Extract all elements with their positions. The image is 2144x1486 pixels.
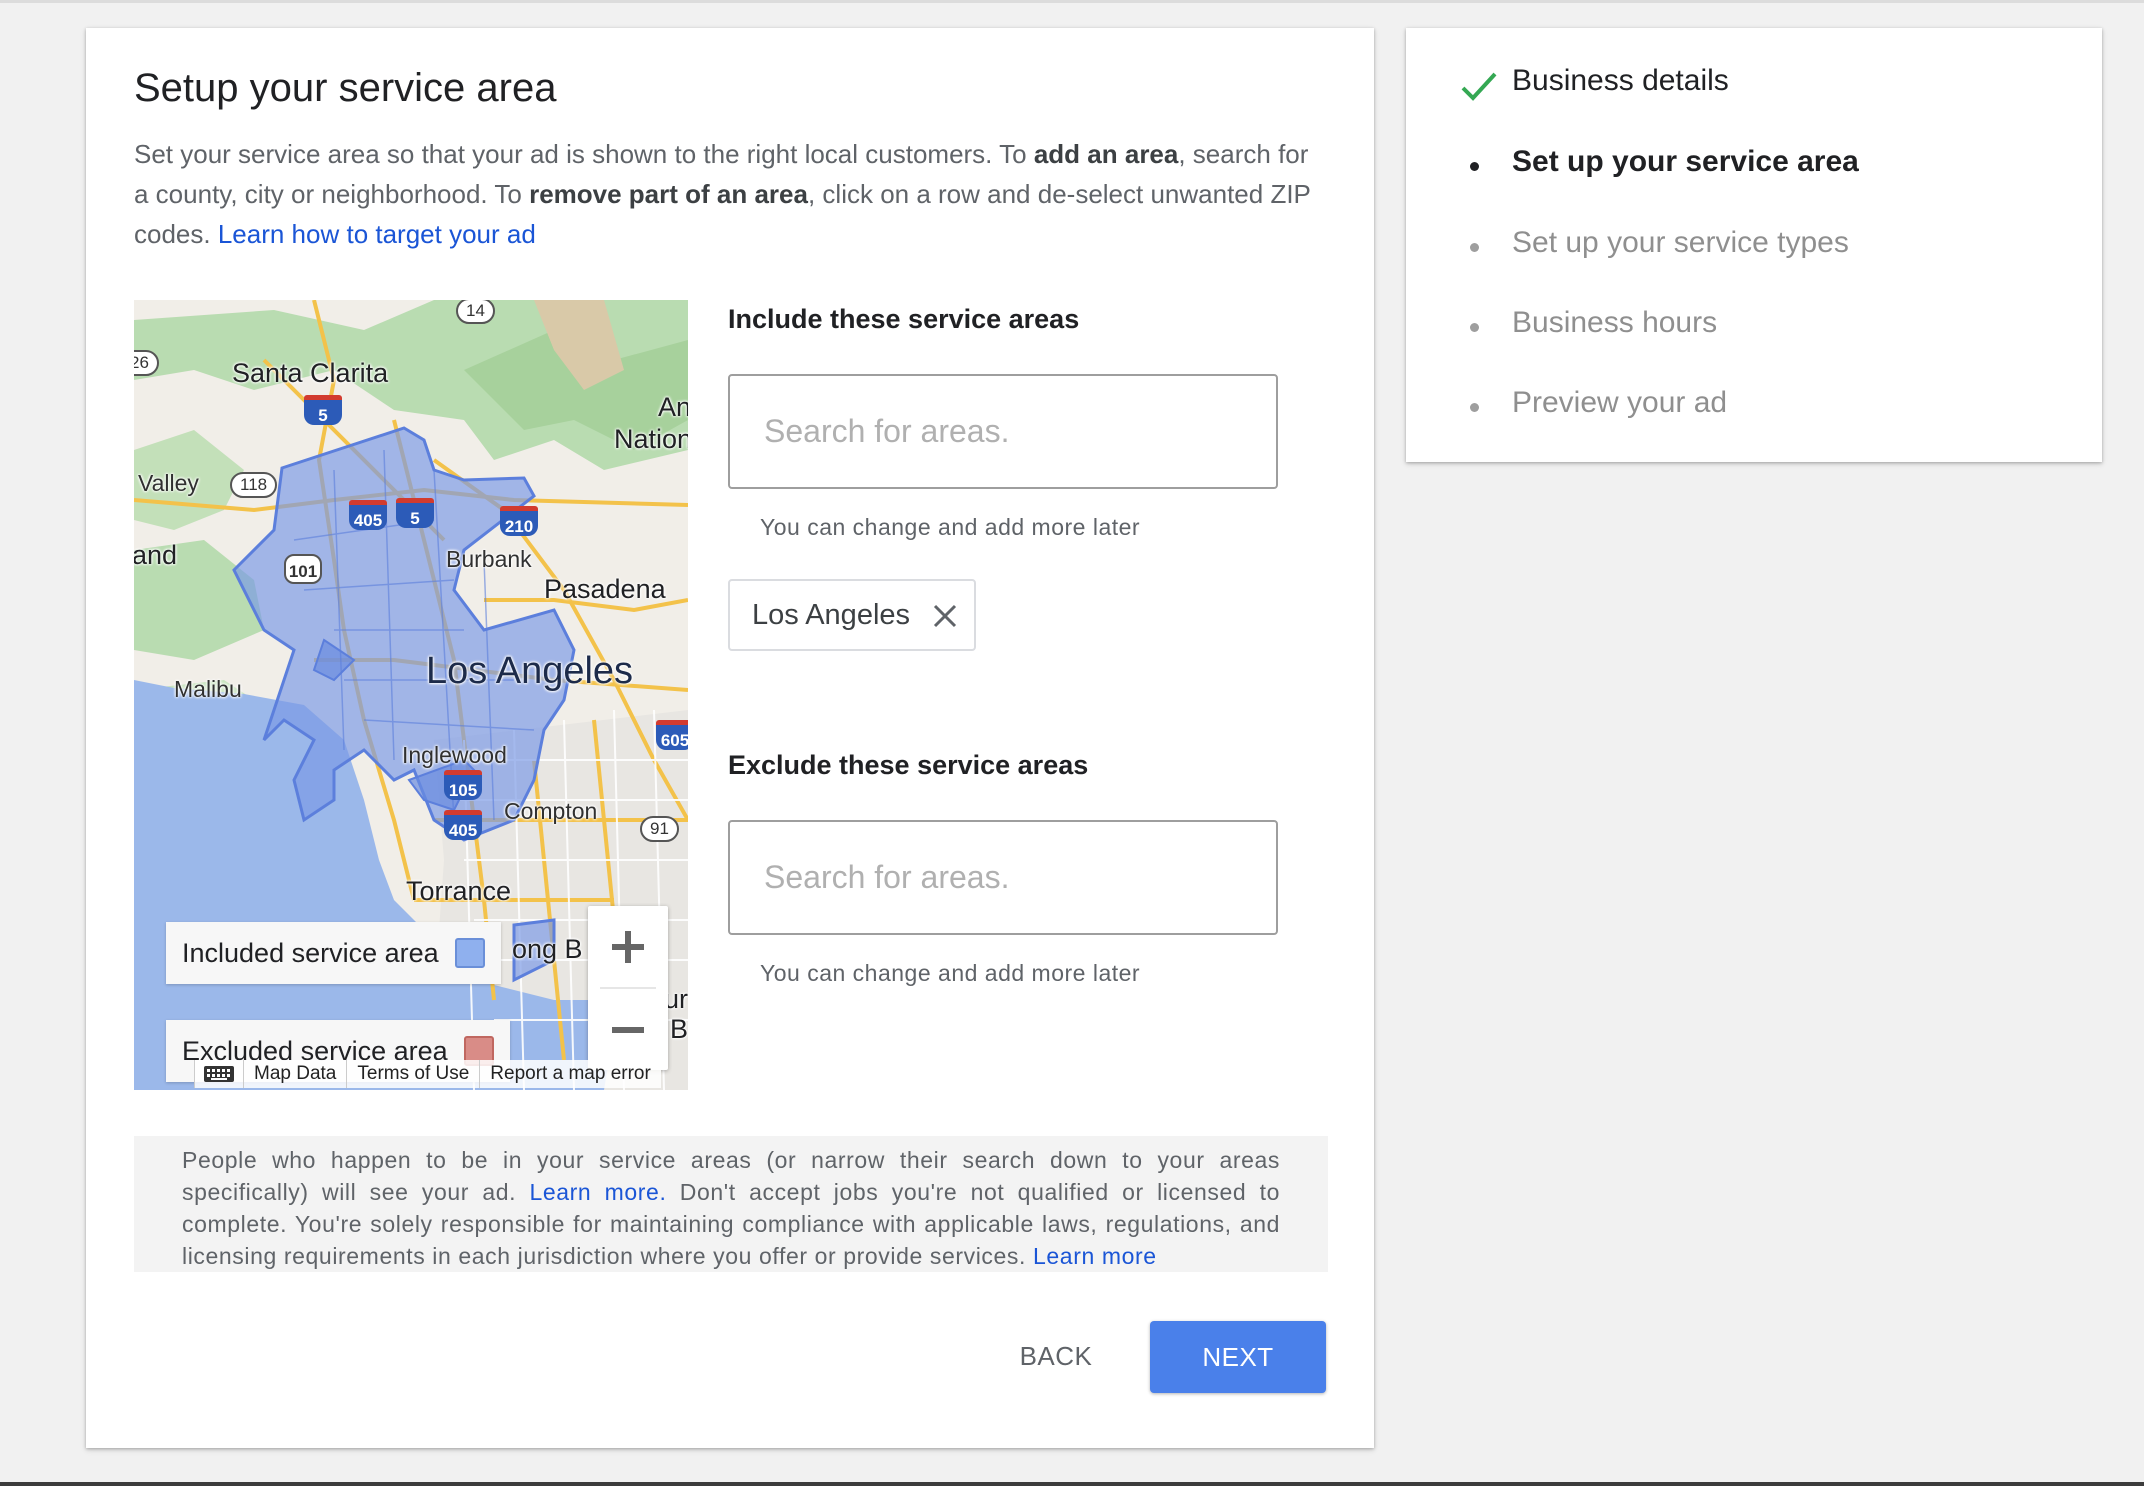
highway-shield: 605 — [656, 720, 688, 750]
legend-included-label: Included service area — [182, 937, 439, 968]
zoom-in-button[interactable] — [588, 906, 668, 987]
legend-included: Included service area — [166, 922, 501, 984]
intro-bold-remove-area: remove part of an area — [529, 179, 808, 209]
step-bullet — [1470, 403, 1479, 412]
step-preview-ad: Preview your ad — [1512, 386, 1728, 419]
bottom-border — [0, 1482, 2144, 1486]
route-marker: 14 — [456, 300, 495, 324]
keyboard-icon — [204, 1065, 234, 1082]
highway-shield: 105 — [444, 770, 482, 800]
terms-of-use-link[interactable]: Terms of Use — [346, 1060, 480, 1088]
step-business-hours: Business hours — [1512, 306, 1718, 339]
notice-learn-more-link-1[interactable]: Learn more. — [529, 1179, 666, 1205]
service-area-card: Setup your service area Set your service… — [86, 28, 1374, 1448]
close-icon[interactable] — [932, 603, 958, 629]
map-label-inglewood: Inglewood — [402, 742, 507, 768]
next-button[interactable]: NEXT — [1150, 1321, 1326, 1393]
setup-steps-panel: Business details Set up your service are… — [1406, 28, 2102, 462]
page-title: Setup your service area — [134, 66, 557, 110]
back-button[interactable]: BACK — [966, 1321, 1146, 1391]
step-service-types: Set up your service types — [1512, 226, 1849, 259]
highway-shield: 405 — [349, 500, 387, 530]
map-label-compton: Compton — [504, 798, 598, 824]
highway-shield: 5 — [304, 395, 342, 425]
highway-shield: 5 — [396, 498, 434, 528]
include-hint: You can change and add more later — [760, 514, 1141, 540]
check-icon — [1461, 72, 1497, 101]
compliance-notice: People who happen to be in your service … — [134, 1136, 1328, 1272]
area-chip-label: Los Angeles — [752, 598, 911, 631]
highway-shield: 101 — [284, 554, 322, 584]
map-label-long-beach: ong B — [512, 934, 583, 964]
highway-shield: 405 — [444, 810, 482, 840]
learn-target-link[interactable]: Learn how to target your ad — [218, 219, 536, 249]
plus-icon — [612, 930, 644, 963]
map-label-and: and — [134, 540, 178, 570]
intro-part-1: Set your service area so that your ad is… — [134, 139, 1034, 169]
keyboard-shortcuts-button[interactable] — [194, 1060, 243, 1088]
map-attribution: Map Data Terms of Use Report a map error — [194, 1058, 661, 1090]
map-label-santa-clarita: Santa Clarita — [232, 358, 389, 388]
route-marker: 118 — [230, 472, 278, 498]
map-label-an: An — [658, 392, 688, 422]
highway-shield: 210 — [500, 506, 538, 536]
minus-icon — [612, 1026, 644, 1033]
include-search-input[interactable] — [728, 374, 1278, 489]
map-zoom-control — [588, 906, 668, 1070]
step-business-details[interactable]: Business details — [1512, 64, 1729, 98]
map-label-los-angeles: Los Angeles — [426, 650, 634, 692]
step-bullet — [1470, 162, 1479, 171]
map-label-malibu: Malibu — [174, 676, 242, 702]
step-service-area[interactable]: Set up your service area — [1512, 145, 1859, 179]
route-marker: 26 — [134, 350, 159, 376]
intro-bold-add-area: add an area — [1033, 139, 1179, 169]
map-data-link[interactable]: Map Data — [243, 1060, 347, 1088]
include-heading: Include these service areas — [728, 304, 1080, 334]
exclude-heading: Exclude these service areas — [728, 750, 1089, 780]
step-bullet — [1470, 243, 1479, 252]
service-area-map[interactable]: Santa Clarita Valley and Burbank Pasaden… — [134, 300, 688, 1090]
map-label-torrance: Torrance — [406, 876, 512, 906]
map-label-valley: Valley — [138, 470, 199, 496]
notice-learn-more-link-2[interactable]: Learn more — [1033, 1243, 1157, 1269]
legend-included-swatch — [454, 938, 485, 968]
intro-text: Set your service area so that your ad is… — [134, 134, 1324, 254]
exclude-hint: You can change and add more later — [760, 960, 1141, 986]
top-border — [0, 0, 2144, 3]
map-label-pasadena: Pasadena — [544, 574, 666, 604]
report-map-error-link[interactable]: Report a map error — [479, 1060, 661, 1088]
step-bullet — [1470, 323, 1479, 332]
map-label-b: B — [670, 1014, 688, 1044]
area-chip-los-angeles: Los Angeles — [728, 579, 976, 651]
map-label-nation: Nation — [614, 424, 688, 454]
exclude-search-input[interactable] — [728, 820, 1278, 935]
route-marker: 91 — [640, 816, 679, 842]
map-label-burbank: Burbank — [446, 546, 532, 572]
